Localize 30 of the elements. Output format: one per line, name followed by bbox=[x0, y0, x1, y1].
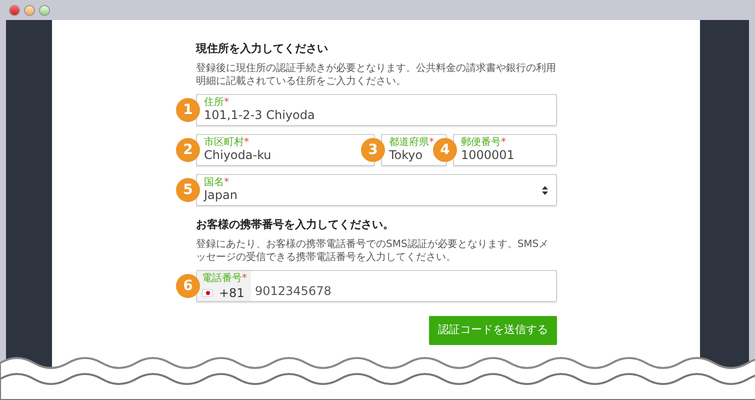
field[interactable]: 郵便番号* 1000001 bbox=[453, 134, 557, 166]
field-value: Chiyoda-ku bbox=[204, 148, 272, 163]
field-value: Japan bbox=[204, 188, 238, 203]
section-heading: 現住所を入力してください bbox=[196, 42, 329, 56]
sort-icon bbox=[542, 186, 548, 194]
field[interactable]: 電話番号* +81 9012345678 bbox=[196, 270, 557, 302]
country-code: +81 bbox=[219, 286, 244, 300]
field-label: 住所* bbox=[204, 97, 230, 108]
section-description: 登録にあたり、お客様の携帯電話番号でのSMS認証が必要となります。SMSメッセージの受信できる携帯電話番号を入力してください。 bbox=[196, 238, 550, 264]
maximize-icon[interactable] bbox=[39, 4, 50, 16]
step-badge: 6 bbox=[176, 274, 200, 298]
field-value: 9012345678 bbox=[255, 284, 332, 298]
step-badge: 5 bbox=[176, 178, 200, 202]
section-description: 登録後に現住所の認証手続きが必要となります。公共料金の請求書や銀行の利用明細に記載されている住所をご入力ください。 bbox=[196, 62, 557, 88]
field-label: 市区町村* bbox=[204, 137, 250, 148]
field[interactable]: 住所* 101,1-2-3 Chiyoda bbox=[196, 94, 557, 126]
step-badge: 1 bbox=[176, 98, 200, 122]
field-label: 郵便番号* bbox=[461, 137, 507, 148]
field[interactable]: 国名* Japan bbox=[196, 174, 557, 206]
field-value: Tokyo bbox=[389, 148, 424, 163]
field-label: 国名* bbox=[204, 177, 230, 188]
field-value: 1000001 bbox=[461, 148, 514, 163]
field-label: 電話番号* bbox=[202, 272, 247, 284]
close-icon[interactable] bbox=[9, 4, 20, 16]
section-heading: お客様の携帯番号を入力してください。 bbox=[196, 218, 395, 232]
step-badge: 2 bbox=[176, 138, 200, 162]
flag-icon bbox=[202, 288, 213, 296]
field-value: 101,1-2-3 Chiyoda bbox=[204, 108, 315, 123]
minimize-icon[interactable] bbox=[24, 4, 35, 16]
field-label: 都道府県* bbox=[389, 137, 434, 148]
